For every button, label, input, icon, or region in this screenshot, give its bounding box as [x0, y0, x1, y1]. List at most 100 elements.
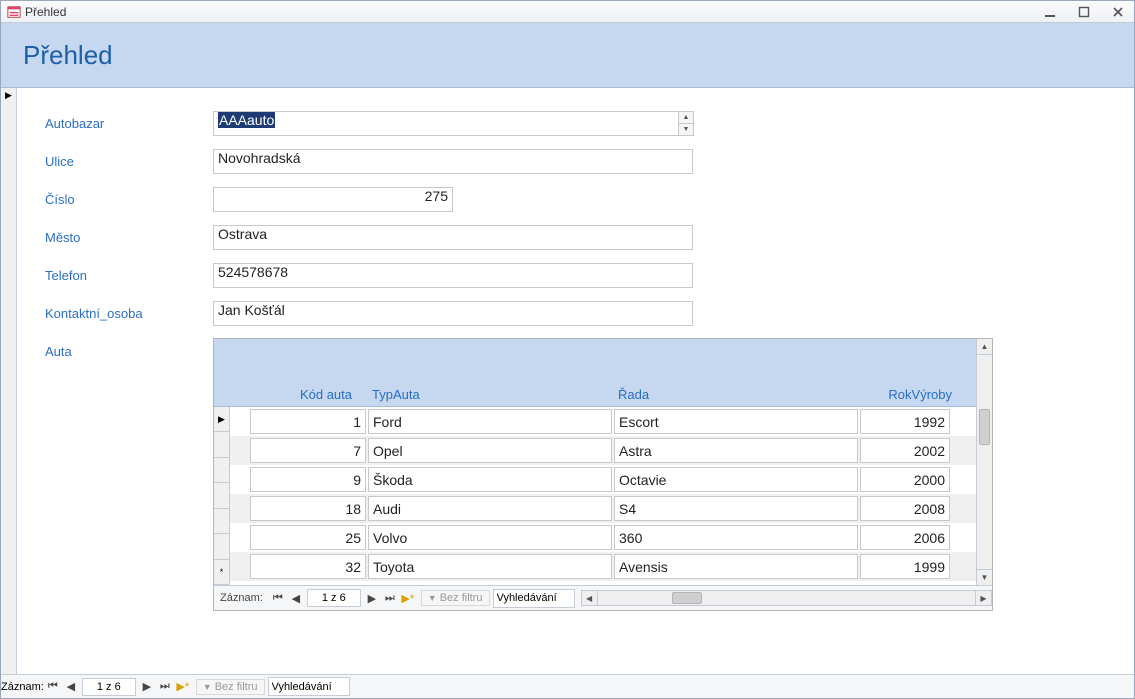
cell-kod[interactable]: 25: [250, 525, 366, 550]
table-row: 25 Volvo 360 2006: [230, 523, 992, 552]
new-row-marker[interactable]: *: [214, 560, 229, 585]
cell-rok[interactable]: 2006: [860, 525, 950, 550]
table-row: 7 Opel Astra 2002: [230, 436, 992, 465]
scroll-thumb[interactable]: [672, 592, 702, 604]
label-ulice: Ulice: [45, 154, 213, 169]
close-button[interactable]: [1108, 5, 1128, 19]
first-record-button[interactable]: ⏮: [269, 588, 287, 608]
row-marker[interactable]: [214, 534, 229, 559]
form-header: Přehled: [1, 23, 1134, 88]
scroll-right-icon[interactable]: ▶: [975, 591, 991, 605]
spin-buttons[interactable]: ▲ ▼: [678, 111, 694, 136]
scroll-left-icon[interactable]: ◀: [582, 591, 598, 605]
cell-rada[interactable]: Avensis: [614, 554, 858, 579]
filter-button[interactable]: ▼ Bez filtru: [421, 590, 490, 606]
prev-record-button[interactable]: ◀: [62, 677, 80, 697]
field-kontakt[interactable]: Jan Košťál: [213, 301, 693, 326]
cell-kod[interactable]: 32: [250, 554, 366, 579]
new-record-button[interactable]: ▶*: [399, 588, 417, 608]
label-auta: Auta: [45, 338, 213, 359]
form-detail: Autobazar AAAauto ▲ ▼ Ulice Novohradská …: [17, 88, 1134, 674]
field-telefon[interactable]: 524578678: [213, 263, 693, 288]
label-autobazar: Autobazar: [45, 116, 213, 131]
subform-header: Kód auta TypAuta Řada RokVýroby: [214, 339, 992, 407]
row-marker[interactable]: ▶: [214, 407, 229, 432]
cell-rada[interactable]: Octavie: [614, 467, 858, 492]
search-input[interactable]: [268, 677, 350, 696]
table-row: 9 Škoda Octavie 2000: [230, 465, 992, 494]
cell-rada[interactable]: Astra: [614, 438, 858, 463]
subform-navbar: Záznam: ⏮ ◀ ▶ ⏭ ▶* ▼ Bez filtru ◀: [214, 585, 992, 610]
cell-rok[interactable]: 2002: [860, 438, 950, 463]
subform-rows: 1 Ford Escort 1992 7 Opel Astra 2002: [230, 407, 992, 585]
col-header-rok: RokVýroby: [888, 387, 952, 402]
search-input[interactable]: [493, 589, 575, 608]
col-header-rada: Řada: [618, 387, 649, 402]
next-record-button[interactable]: ▶: [138, 677, 156, 697]
cell-rada[interactable]: S4: [614, 496, 858, 521]
prev-record-button[interactable]: ◀: [287, 588, 305, 608]
row-marker[interactable]: [214, 458, 229, 483]
horizontal-scrollbar[interactable]: ◀ ▶: [581, 590, 992, 606]
cell-typ[interactable]: Volvo: [368, 525, 612, 550]
col-header-kod: Kód auta: [236, 387, 352, 402]
filter-icon: ▼: [428, 593, 437, 603]
cell-kod[interactable]: 18: [250, 496, 366, 521]
cell-rada[interactable]: Escort: [614, 409, 858, 434]
record-counter[interactable]: [82, 678, 136, 696]
first-record-button[interactable]: ⏮: [44, 677, 62, 697]
new-record-button[interactable]: ▶*: [174, 677, 192, 697]
subform-auta: Kód auta TypAuta Řada RokVýroby ▶: [213, 338, 993, 611]
last-record-button[interactable]: ⏭: [156, 677, 174, 697]
cell-typ[interactable]: Opel: [368, 438, 612, 463]
cell-rok[interactable]: 1992: [860, 409, 950, 434]
minimize-button[interactable]: [1040, 5, 1060, 19]
record-selector[interactable]: ▶: [1, 88, 17, 674]
spin-up-icon[interactable]: ▲: [679, 112, 693, 124]
label-telefon: Telefon: [45, 268, 213, 283]
table-row: 18 Audi S4 2008: [230, 494, 992, 523]
field-mesto[interactable]: Ostrava: [213, 225, 693, 250]
field-autobazar[interactable]: AAAauto: [213, 111, 693, 136]
filter-icon: ▼: [203, 682, 212, 692]
spin-down-icon[interactable]: ▼: [679, 124, 693, 135]
label-kontakt: Kontaktní_osoba: [45, 306, 213, 321]
nav-label: Záznam:: [1, 681, 44, 693]
field-cislo[interactable]: 275: [213, 187, 453, 212]
record-counter[interactable]: [307, 589, 361, 607]
maximize-button[interactable]: [1074, 5, 1094, 19]
cell-typ[interactable]: Toyota: [368, 554, 612, 579]
cell-kod[interactable]: 9: [250, 467, 366, 492]
nav-label: Záznam:: [214, 592, 269, 604]
cell-rok[interactable]: 2008: [860, 496, 950, 521]
vertical-scrollbar[interactable]: ▲ ▼: [976, 339, 992, 585]
current-record-marker: ▶: [5, 90, 12, 101]
titlebar: Přehled: [1, 1, 1134, 23]
subform-record-selector[interactable]: ▶ *: [214, 407, 230, 585]
table-row: 1 Ford Escort 1992: [230, 407, 992, 436]
main-navbar: Záznam: ⏮ ◀ ▶ ⏭ ▶* ▼ Bez filtru: [1, 674, 1134, 698]
scroll-thumb[interactable]: [979, 409, 990, 445]
label-mesto: Město: [45, 230, 213, 245]
scroll-up-icon[interactable]: ▲: [977, 339, 992, 355]
window: Přehled Přehled ▶ Autobazar AAAauto ▲ ▼: [0, 0, 1135, 699]
form-icon: [7, 5, 21, 19]
window-title: Přehled: [25, 5, 66, 19]
next-record-button[interactable]: ▶: [363, 588, 381, 608]
table-row: 32 Toyota Avensis 1999: [230, 552, 992, 581]
filter-button[interactable]: ▼ Bez filtru: [196, 679, 265, 695]
row-marker[interactable]: [214, 483, 229, 508]
field-ulice[interactable]: Novohradská: [213, 149, 693, 174]
row-marker[interactable]: [214, 432, 229, 457]
cell-rok[interactable]: 1999: [860, 554, 950, 579]
scroll-down-icon[interactable]: ▼: [977, 569, 992, 585]
cell-typ[interactable]: Audi: [368, 496, 612, 521]
cell-typ[interactable]: Škoda: [368, 467, 612, 492]
last-record-button[interactable]: ⏭: [381, 588, 399, 608]
row-marker[interactable]: [214, 509, 229, 534]
cell-kod[interactable]: 7: [250, 438, 366, 463]
cell-rada[interactable]: 360: [614, 525, 858, 550]
cell-typ[interactable]: Ford: [368, 409, 612, 434]
cell-rok[interactable]: 2000: [860, 467, 950, 492]
cell-kod[interactable]: 1: [250, 409, 366, 434]
